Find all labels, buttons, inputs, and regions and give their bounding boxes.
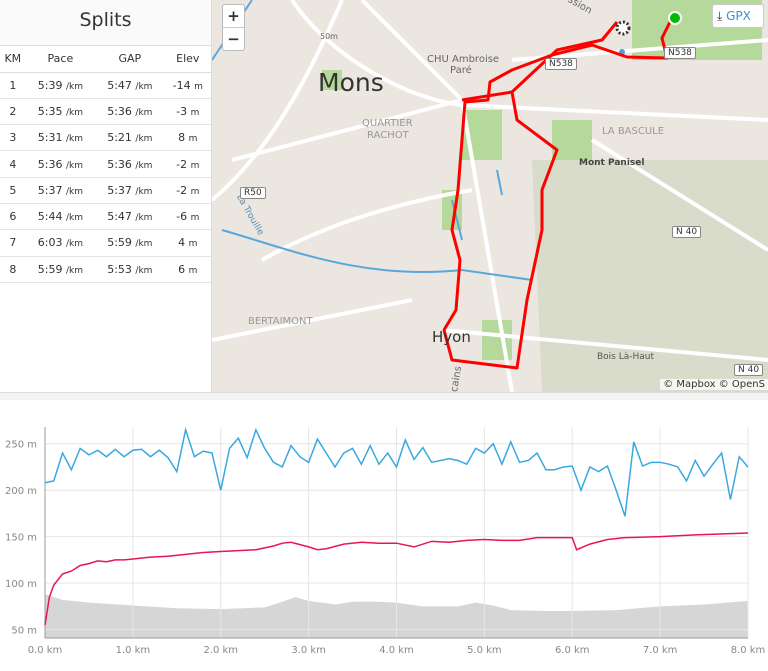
shield-n538-b: N538: [664, 47, 696, 59]
split-km: 4: [0, 150, 26, 178]
split-row: 2 5:35 /km 5:36 /km -3 m: [0, 98, 211, 126]
x-tick-label: 1.0 km: [116, 645, 151, 656]
zoom-out-button[interactable]: −: [223, 28, 244, 51]
start-marker[interactable]: [668, 11, 682, 25]
label-bertaimont: BERTAIMONT: [248, 316, 313, 327]
x-tick-label: 0.0 km: [28, 645, 63, 656]
x-tick-label: 6.0 km: [555, 645, 590, 656]
shield-n40-a: N 40: [672, 226, 702, 238]
split-gap: 5:21 /km: [95, 124, 165, 152]
split-row: 5 5:37 /km 5:37 /km -2 m: [0, 177, 211, 204]
splits-table: KM Pace GAP Elev 1 5:39 /km 5:47 /km -14…: [0, 46, 211, 283]
route-map[interactable]: Mons QUARTIER RACHOT CHU Ambroise Paré L…: [212, 0, 768, 392]
shield-n40-b: N 40: [734, 364, 764, 376]
zoom-in-button[interactable]: +: [223, 5, 244, 28]
split-elev: 6 m: [164, 256, 211, 283]
splits-title: Splits: [0, 0, 211, 46]
split-elev: -2 m: [164, 150, 211, 178]
split-row: 6 5:44 /km 5:47 /km -6 m: [0, 203, 211, 231]
y-tick-label: 50 m: [11, 626, 37, 637]
split-row: 4 5:36 /km 5:36 /km -2 m: [0, 150, 211, 178]
split-km: 6: [0, 203, 26, 231]
split-row: 8 5:59 /km 5:53 /km 6 m: [0, 256, 211, 283]
download-icon: ⤓: [717, 9, 723, 23]
split-km: 3: [0, 124, 26, 152]
split-pace: 5:35 /km: [25, 98, 96, 126]
split-pace: 6:03 /km: [25, 229, 96, 257]
splits-panel: Splits KM Pace GAP Elev 1 5:39 /km 5:47 …: [0, 0, 212, 392]
label-bascule: LA BASCULE: [602, 126, 665, 137]
split-row: 1 5:39 /km 5:47 /km -14 m: [0, 72, 211, 99]
y-tick-label: 150 m: [5, 533, 37, 544]
split-km: 5: [0, 177, 26, 204]
x-tick-label: 7.0 km: [643, 645, 678, 656]
split-pace: 5:39 /km: [25, 72, 96, 99]
split-km: 2: [0, 98, 26, 126]
label-rachot: RACHOT: [367, 130, 409, 141]
split-elev: -14 m: [164, 72, 211, 99]
label-chu: CHU Ambroise: [427, 54, 500, 65]
split-elev: -6 m: [164, 203, 211, 231]
label-mont-panisel: Mont Panisel: [579, 158, 645, 168]
label-contour: 50m: [320, 32, 338, 41]
split-elev: -3 m: [164, 98, 211, 126]
split-elev: 4 m: [164, 229, 211, 257]
label-hyon: Hyon: [432, 328, 471, 346]
label-quartier: QUARTIER: [362, 118, 413, 129]
split-km: 7: [0, 229, 26, 257]
split-gap: 5:36 /km: [95, 98, 165, 126]
split-pace: 5:44 /km: [25, 203, 96, 231]
y-tick-label: 100 m: [5, 579, 37, 590]
split-row: 3 5:31 /km 5:21 /km 8 m: [0, 124, 211, 152]
x-tick-label: 3.0 km: [291, 645, 326, 656]
y-tick-label: 250 m: [5, 440, 37, 451]
split-elev: -2 m: [164, 177, 211, 204]
x-tick-label: 4.0 km: [379, 645, 414, 656]
split-row: 7 6:03 /km 5:59 /km 4 m: [0, 229, 211, 257]
split-gap: 5:37 /km: [95, 177, 165, 204]
split-gap: 5:47 /km: [95, 72, 165, 99]
split-pace: 5:31 /km: [25, 124, 96, 152]
split-gap: 5:36 /km: [95, 150, 165, 178]
split-gap: 5:53 /km: [95, 256, 165, 283]
map-attribution[interactable]: © Mapbox © OpenS: [660, 379, 768, 390]
col-gap: GAP: [95, 46, 165, 73]
zoom-control: + −: [222, 4, 245, 51]
y-tick-label: 200 m: [5, 486, 37, 497]
resize-handle[interactable]: [0, 392, 768, 400]
split-gap: 5:47 /km: [95, 203, 165, 231]
col-elev: Elev: [164, 46, 211, 73]
shield-n538-a: N538: [545, 58, 577, 70]
profile-chart: 0.0 km 1.0 km 2.0 km 3.0 km 4.0 km 5.0 km 6.0 …: [5, 426, 766, 656]
x-tick-label: 2.0 km: [203, 645, 238, 656]
col-km: KM: [0, 46, 26, 73]
shield-r50: R50: [240, 187, 266, 199]
gpx-download-button[interactable]: ⤓ GPX: [712, 4, 764, 28]
label-bois: Bois Là-Haut: [597, 352, 655, 362]
split-pace: 5:37 /km: [25, 177, 96, 204]
x-tick-label: 5.0 km: [467, 645, 502, 656]
split-pace: 5:59 /km: [25, 256, 96, 283]
split-gap: 5:59 /km: [95, 229, 165, 257]
split-elev: 8 m: [164, 124, 211, 152]
split-pace: 5:36 /km: [25, 150, 96, 178]
col-pace: Pace: [25, 46, 96, 73]
label-pare: Paré: [450, 65, 472, 76]
split-km: 1: [0, 72, 26, 99]
label-mons: Mons: [318, 68, 384, 97]
split-km: 8: [0, 256, 26, 283]
finish-flag-icon[interactable]: [615, 20, 631, 36]
gpx-label: GPX: [726, 9, 751, 23]
x-tick-label: 8.0 km: [731, 645, 766, 656]
